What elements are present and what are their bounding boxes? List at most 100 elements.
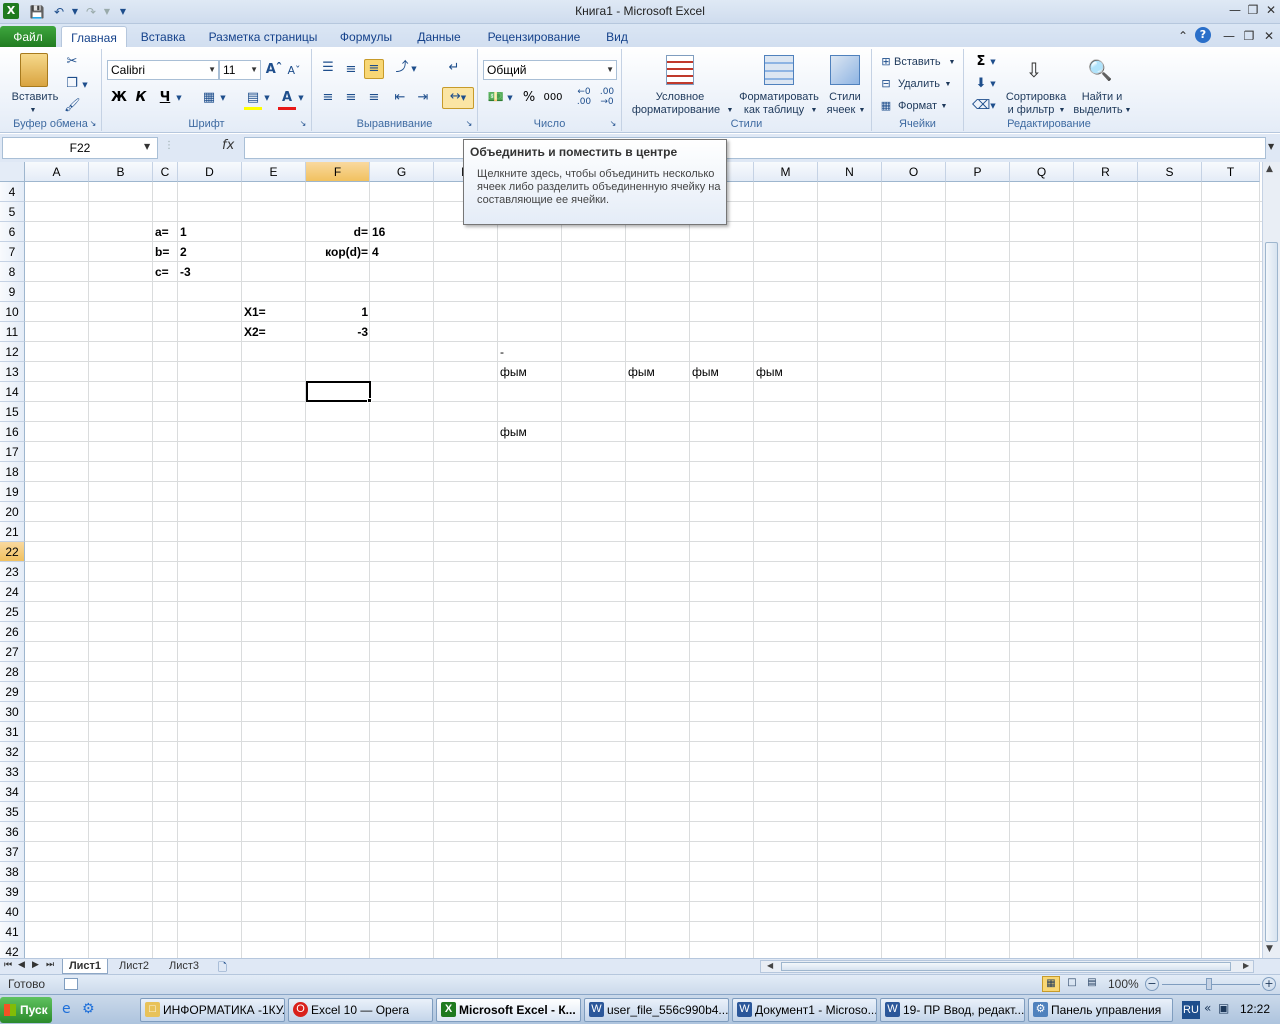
- cell-d6[interactable]: 1: [178, 222, 282, 242]
- page-break-view-icon[interactable]: ▤: [1083, 976, 1101, 992]
- quicklaunch-icon[interactable]: ⚙: [82, 1001, 95, 1017]
- row-header-7[interactable]: 7: [0, 242, 25, 262]
- percent-button[interactable]: %: [520, 89, 538, 107]
- cell-f10[interactable]: 1: [306, 302, 370, 322]
- zoom-in-icon[interactable]: +: [1262, 977, 1276, 991]
- ie-icon[interactable]: e: [62, 1001, 71, 1017]
- orientation-dropdown-icon[interactable]: ▼: [410, 60, 418, 78]
- format-cells-icon[interactable]: ▦: [878, 97, 894, 115]
- tray-expand-icon[interactable]: «: [1204, 1001, 1211, 1015]
- next-sheet-icon[interactable]: ▶: [32, 960, 39, 970]
- task-word-user-file[interactable]: Wuser_file_556c990b4...: [584, 998, 729, 1022]
- last-sheet-icon[interactable]: ⏭: [46, 960, 54, 970]
- row-header-18[interactable]: 18: [0, 462, 25, 482]
- format-painter-icon[interactable]: 🖌: [64, 97, 81, 115]
- row-header-4[interactable]: 4: [0, 182, 25, 202]
- row-header-33[interactable]: 33: [0, 762, 25, 782]
- tab-page-layout[interactable]: Разметка страницы: [200, 26, 326, 48]
- column-header-f[interactable]: F: [306, 162, 370, 182]
- row-header-41[interactable]: 41: [0, 922, 25, 942]
- clipboard-launcher-icon[interactable]: ↘: [88, 115, 98, 133]
- merge-center-icon[interactable]: ↔▼: [442, 87, 474, 109]
- tab-home[interactable]: Главная: [61, 26, 127, 48]
- fill-color-icon[interactable]: ▤: [244, 89, 262, 110]
- find-select-icon[interactable]: 🔍: [1084, 55, 1116, 85]
- formula-input[interactable]: [244, 137, 1266, 159]
- currency-dropdown-icon[interactable]: ▼: [506, 89, 514, 107]
- copy-dropdown-icon[interactable]: ▼: [80, 76, 90, 94]
- vertical-scrollbar[interactable]: ▲ ▼: [1262, 162, 1280, 958]
- copy-icon[interactable]: ❐: [64, 75, 80, 93]
- font-launcher-icon[interactable]: ↘: [298, 115, 308, 133]
- task-excel[interactable]: X Microsoft Excel - К...: [436, 998, 581, 1022]
- cell-styles-line1[interactable]: Стили: [824, 91, 866, 104]
- first-sheet-icon[interactable]: ⏮: [4, 960, 12, 970]
- row-header-34[interactable]: 34: [0, 782, 25, 802]
- font-name-combo[interactable]: Calibri ▼: [107, 60, 219, 80]
- orientation-icon[interactable]: ⤴: [392, 59, 412, 77]
- row-header-42[interactable]: 42: [0, 942, 25, 958]
- clear-dropdown-icon[interactable]: ▼: [988, 97, 998, 115]
- row-header-20[interactable]: 20: [0, 502, 25, 522]
- tray-network-icon[interactable]: ▣: [1218, 1001, 1229, 1015]
- paste-button-label[interactable]: Вставить: [4, 91, 66, 104]
- sort-filter-line2[interactable]: и фильтр: [1004, 104, 1058, 117]
- font-color-icon[interactable]: A: [278, 89, 296, 110]
- spreadsheet-grid[interactable]: ABCDEFGHIJKLMNOPQRST 4567891011121314151…: [0, 162, 1262, 958]
- hscroll-thumb[interactable]: [781, 962, 1231, 971]
- language-indicator[interactable]: RU: [1182, 1001, 1200, 1019]
- sheet-tab-1[interactable]: Лист1: [62, 959, 108, 974]
- column-header-p[interactable]: P: [946, 162, 1010, 182]
- column-header-s[interactable]: S: [1138, 162, 1202, 182]
- cell-styles-dropdown-icon[interactable]: ▼: [858, 104, 866, 117]
- align-bottom-icon[interactable]: ≡: [364, 59, 384, 79]
- restore-icon[interactable]: ❐: [1244, 2, 1262, 18]
- column-header-c[interactable]: C: [153, 162, 178, 182]
- scroll-up-icon[interactable]: ▲: [1266, 164, 1273, 174]
- row-header-14[interactable]: 14: [0, 382, 25, 402]
- paste-icon[interactable]: [20, 53, 48, 87]
- underline-dropdown-icon[interactable]: ▼: [174, 89, 184, 107]
- cell-i16[interactable]: фым: [498, 422, 602, 442]
- number-format-combo[interactable]: Общий ▼: [483, 60, 617, 80]
- cell-f11[interactable]: -3: [306, 322, 370, 342]
- tab-review[interactable]: Рецензирование: [480, 26, 588, 48]
- row-header-5[interactable]: 5: [0, 202, 25, 222]
- column-header-d[interactable]: D: [178, 162, 242, 182]
- cut-icon[interactable]: ✂: [64, 53, 80, 71]
- column-header-n[interactable]: N: [818, 162, 882, 182]
- italic-button[interactable]: К: [132, 89, 150, 107]
- column-header-a[interactable]: A: [25, 162, 89, 182]
- underline-button[interactable]: Ч: [156, 89, 174, 107]
- cell-f7[interactable]: кор(d)=: [306, 242, 370, 262]
- format-as-table-line2[interactable]: как таблицу: [734, 104, 814, 117]
- horizontal-scrollbar[interactable]: ◀ ▶: [760, 960, 1254, 973]
- tab-formulas[interactable]: Формулы: [334, 26, 398, 48]
- row-header-8[interactable]: 8: [0, 262, 25, 282]
- insert-cells-icon[interactable]: ⊞: [878, 53, 894, 71]
- zoom-out-icon[interactable]: −: [1145, 977, 1159, 991]
- borders-dropdown-icon[interactable]: ▼: [218, 89, 228, 107]
- task-opera[interactable]: O Excel 10 — Opera: [288, 998, 433, 1022]
- active-cell-border[interactable]: [306, 381, 371, 402]
- delete-cells-button[interactable]: Удалить: [898, 78, 946, 91]
- cell-styles-line2[interactable]: ячеек: [822, 104, 860, 117]
- align-left-icon[interactable]: ≡: [318, 89, 338, 107]
- number-launcher-icon[interactable]: ↘: [608, 115, 618, 133]
- name-box-dropdown-icon[interactable]: ▼: [144, 142, 150, 151]
- fill-color-dropdown-icon[interactable]: ▼: [262, 89, 272, 107]
- insert-dropdown-icon[interactable]: ▼: [948, 56, 956, 69]
- cell-i13[interactable]: фым: [498, 362, 602, 382]
- workbook-close-icon[interactable]: ✕: [1260, 28, 1278, 44]
- tab-insert[interactable]: Вставка: [134, 26, 192, 48]
- sort-filter-dropdown-icon[interactable]: ▼: [1058, 104, 1066, 117]
- clock[interactable]: 12:22: [1240, 1002, 1270, 1016]
- wrap-text-icon[interactable]: ↵: [444, 59, 464, 77]
- conditional-format-line2[interactable]: форматирование: [626, 104, 726, 117]
- row-header-12[interactable]: 12: [0, 342, 25, 362]
- workbook-minimize-icon[interactable]: —: [1220, 28, 1238, 44]
- formula-bar-splitter[interactable]: ⋮: [164, 140, 176, 156]
- format-cells-button[interactable]: Формат: [898, 100, 946, 113]
- align-center-icon[interactable]: ≡: [341, 89, 361, 107]
- sort-filter-line1[interactable]: Сортировка: [1002, 91, 1070, 104]
